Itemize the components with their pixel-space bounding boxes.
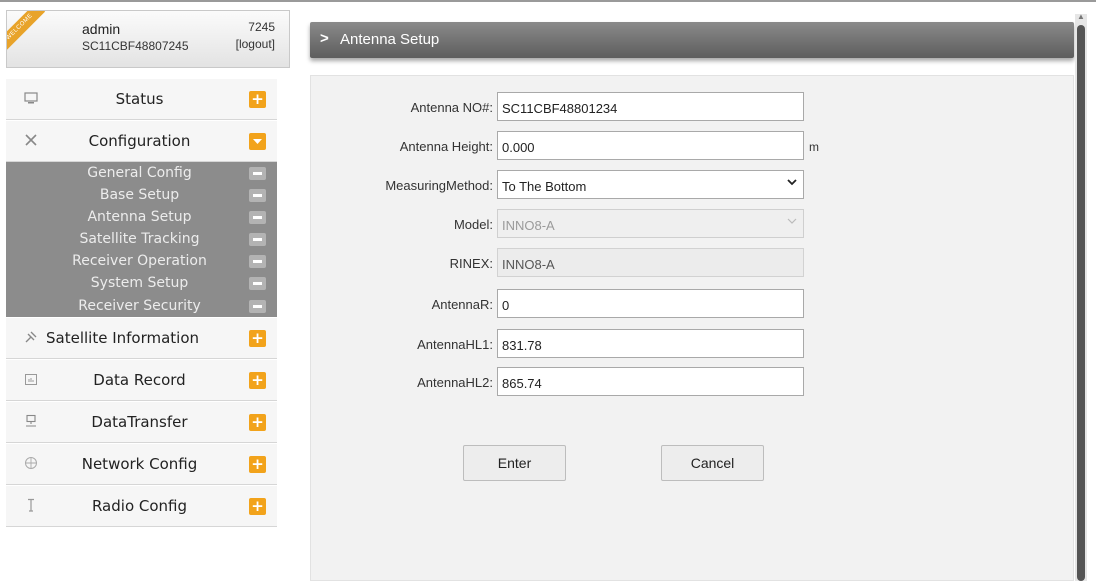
submenu-label: Receiver Security — [78, 297, 201, 314]
antenna-hl1-label: AntennaHL1: — [417, 337, 493, 352]
submenu-item-receiver-security[interactable]: Receiver Security — [6, 295, 277, 317]
page-header: > Antenna Setup — [310, 22, 1074, 58]
submenu-item-general-config[interactable]: General Config — [6, 162, 277, 184]
submenu-label: Base Setup — [99, 187, 180, 204]
minus-icon — [249, 167, 266, 180]
antenna-height-unit: m — [809, 140, 819, 154]
submenu-item-satellite-tracking[interactable]: Satellite Tracking — [6, 228, 277, 250]
menu-item-satellite-information[interactable]: Satellite Information + — [6, 316, 277, 359]
main-content: > Antenna Setup Antenna NO#: SC11CBF4880… — [298, 12, 1084, 581]
minus-icon — [249, 255, 266, 269]
globe-icon — [24, 456, 38, 470]
configuration-submenu: General Config Base Setup Antenna Setup … — [6, 162, 277, 317]
form-row-antenna-height: Antenna Height: 0.000 m — [311, 131, 1075, 161]
welcome-ribbon: WELCOME — [7, 11, 46, 53]
menu-item-data-record[interactable]: Data Record + — [6, 358, 277, 401]
form-row-rinex: RINEX: INNO8-A — [311, 248, 1075, 278]
antenna-hl2-label: AntennaHL2: — [417, 375, 493, 390]
model-select: INNO8-A — [497, 209, 804, 238]
monitor-icon — [24, 91, 38, 105]
minus-icon — [249, 233, 266, 247]
form-row-antenna-hl1: AntennaHL1: 831.78 — [311, 329, 1075, 359]
user-info-box: WELCOME admin SC11CBF48807245 7245 [logo… — [6, 10, 290, 68]
menu-label: Status — [115, 90, 164, 108]
submenu-label: General Config — [87, 165, 192, 181]
device-serial: SC11CBF48807245 — [82, 39, 189, 53]
antenna-height-label: Antenna Height: — [399, 139, 493, 154]
measuring-method-label: MeasuringMethod: — [385, 178, 493, 193]
antenna-r-input[interactable]: 0 — [497, 289, 804, 318]
measuring-method-select[interactable]: To The Bottom — [497, 170, 804, 199]
network-icon — [24, 414, 38, 428]
form-row-antenna-r: AntennaR: 0 — [311, 289, 1075, 319]
collapse-icon[interactable] — [249, 133, 266, 150]
menu-item-data-transfer[interactable]: DataTransfer + — [6, 400, 277, 443]
scroll-up-icon[interactable]: ▲ — [1076, 12, 1086, 22]
form-row-model: Model: INNO8-A — [311, 209, 1075, 239]
expand-icon[interactable]: + — [249, 413, 266, 431]
antenna-hl1-input[interactable]: 831.78 — [497, 329, 804, 358]
submenu-label: Satellite Tracking — [79, 231, 200, 248]
enter-button[interactable]: Enter — [463, 445, 566, 481]
device-number: 7245 — [248, 20, 275, 34]
antenna-height-input[interactable]: 0.000 — [497, 131, 804, 160]
menu-item-network-config[interactable]: Network Config + — [6, 442, 277, 485]
minus-icon — [249, 277, 266, 291]
antenna-setup-form: Antenna NO#: SC11CBF48801234 Antenna Hei… — [310, 75, 1074, 581]
chevron-down-icon — [787, 214, 797, 231]
cancel-button[interactable]: Cancel — [661, 445, 764, 481]
calendar-icon — [24, 372, 38, 386]
minus-icon — [249, 299, 266, 313]
submenu-label: Antenna Setup — [87, 209, 192, 226]
menu-label: Configuration — [88, 132, 191, 150]
antenna-icon — [24, 498, 38, 512]
expand-icon[interactable]: + — [249, 91, 266, 108]
logout-link[interactable]: [logout] — [236, 37, 275, 51]
menu-label: DataTransfer — [91, 412, 188, 431]
expand-icon[interactable]: + — [249, 497, 266, 515]
menu-item-radio-config[interactable]: Radio Config + — [6, 484, 277, 527]
scrollbar-thumb[interactable] — [1077, 25, 1085, 581]
submenu-item-antenna-setup[interactable]: Antenna Setup — [6, 206, 277, 228]
expand-icon[interactable]: + — [249, 455, 266, 473]
form-row-antenna-hl2: AntennaHL2: 865.74 — [311, 367, 1075, 397]
antenna-r-label: AntennaR: — [431, 297, 493, 312]
submenu-item-system-setup[interactable]: System Setup — [6, 272, 277, 294]
user-name: admin — [82, 21, 121, 37]
menu-label: Data Record — [93, 370, 186, 389]
minus-icon — [249, 211, 266, 225]
antenna-hl2-input[interactable]: 865.74 — [497, 367, 804, 396]
rinex-label: RINEX: — [449, 256, 493, 271]
menu-label: Satellite Information — [46, 328, 200, 347]
chevron-down-icon — [787, 175, 797, 192]
minus-icon — [249, 189, 266, 203]
menu-item-configuration[interactable]: Configuration — [6, 120, 277, 162]
submenu-label: Receiver Operation — [72, 253, 207, 270]
submenu-item-base-setup[interactable]: Base Setup — [6, 184, 277, 206]
measuring-method-value: To The Bottom — [502, 179, 587, 194]
page-title: Antenna Setup — [340, 31, 440, 48]
form-row-measuring-method: MeasuringMethod: To The Bottom — [311, 170, 1075, 200]
menu-item-status[interactable]: Status + — [6, 78, 277, 120]
submenu-label: System Setup — [90, 275, 189, 292]
antenna-no-label: Antenna NO#: — [410, 100, 493, 115]
rinex-field: INNO8-A — [497, 248, 804, 277]
chevron-right-icon: > — [320, 30, 329, 47]
satellite-icon — [24, 330, 38, 344]
expand-icon[interactable]: + — [249, 371, 266, 389]
top-border — [0, 0, 1096, 2]
sidebar-menu: Status + Configuration General Config Ba… — [6, 78, 277, 527]
antenna-no-input[interactable]: SC11CBF48801234 — [497, 92, 804, 121]
model-value: INNO8-A — [502, 218, 555, 233]
expand-icon[interactable]: + — [249, 329, 266, 347]
menu-label: Network Config — [81, 454, 198, 473]
submenu-item-receiver-operation[interactable]: Receiver Operation — [6, 250, 277, 272]
form-row-antenna-no: Antenna NO#: SC11CBF48801234 — [311, 92, 1075, 122]
model-label: Model: — [453, 217, 493, 232]
menu-label: Radio Config — [91, 496, 188, 515]
tools-icon — [24, 133, 38, 147]
